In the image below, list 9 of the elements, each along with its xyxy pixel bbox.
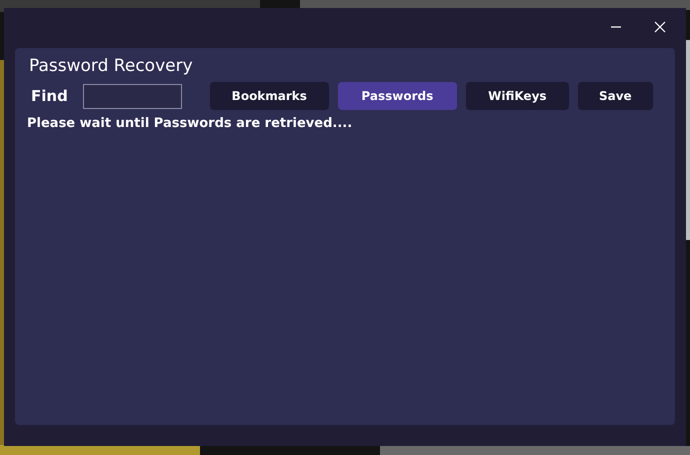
tab[interactable]: Passwords bbox=[338, 82, 457, 110]
save-button[interactable]: Save bbox=[578, 82, 653, 110]
status-message: Please wait until Passwords are retrieved.... bbox=[27, 116, 354, 131]
tab[interactable]: WifiKeys bbox=[466, 82, 569, 110]
close-icon bbox=[654, 21, 666, 33]
window-title: Password Recovery bbox=[28, 56, 194, 76]
find-label: Find bbox=[30, 87, 69, 105]
tab[interactable]: Bookmarks bbox=[210, 82, 329, 110]
find-field[interactable] bbox=[82, 84, 182, 108]
